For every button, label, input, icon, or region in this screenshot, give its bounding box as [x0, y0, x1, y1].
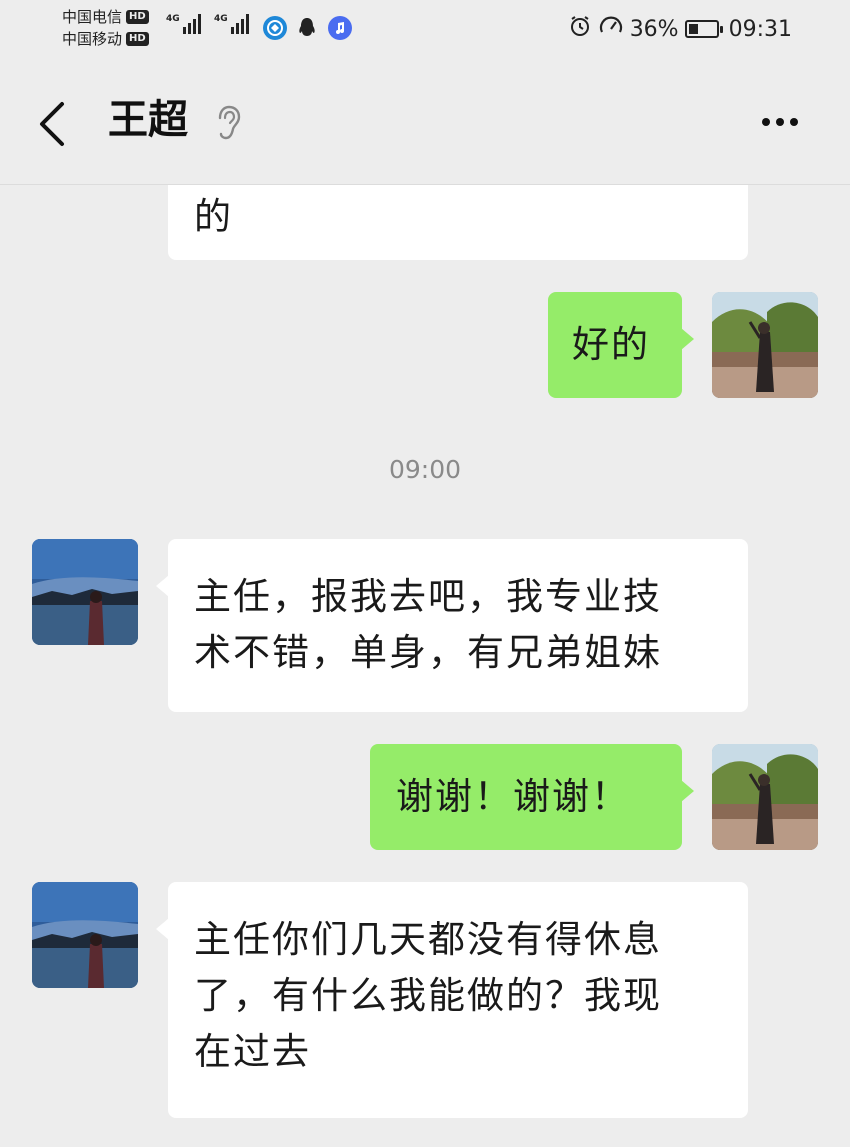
music-app-icon — [328, 16, 352, 40]
chat-header: 王超 — [0, 60, 850, 185]
alarm-icon — [568, 14, 592, 44]
message-text: 谢谢！谢谢！ — [396, 775, 630, 818]
message-timestamp: 09:00 — [388, 455, 462, 484]
qq-icon — [295, 16, 319, 40]
message-list[interactable]: 的 好的 09:00 主任，报我去吧，我专业技 术不错，单身，有兄弟姐妹 谢谢！… — [0, 185, 850, 1147]
message-text: 好的 — [572, 323, 650, 366]
earpiece-mode-icon[interactable] — [212, 104, 244, 142]
speedometer-icon — [598, 14, 624, 44]
message-text-line: 主任，报我去吧，我专业技 — [194, 575, 662, 618]
my-avatar[interactable] — [712, 292, 818, 398]
battery-icon — [684, 20, 723, 38]
carrier-2-label: 中国移动 — [62, 30, 123, 48]
contact-avatar[interactable] — [32, 882, 138, 988]
incoming-message-bubble[interactable]: 主任，报我去吧，我专业技 术不错，单身，有兄弟姐妹 — [156, 539, 748, 712]
hd-badge: HD — [126, 10, 149, 24]
back-button[interactable] — [28, 92, 78, 152]
signal-strength-icon: 4G — [214, 14, 249, 34]
status-right-group: 36% 09:31 — [568, 14, 792, 44]
more-options-button[interactable] — [750, 102, 810, 142]
chevron-left-icon — [40, 102, 64, 146]
clock-time: 09:31 — [728, 16, 792, 42]
incoming-message-bubble[interactable]: 主任你们几天都没有得休息 了，有什么我能做的？我现 在过去 — [156, 882, 748, 1118]
message-text: 的 — [194, 195, 233, 238]
signal-strength-icon: 4G — [166, 14, 201, 34]
carrier-1-label: 中国电信 — [62, 8, 123, 26]
chat-screen: 中国电信 HD 中国移动 HD 4G 4G 36% 09:31 王超 的 好的 … — [0, 0, 850, 1147]
outgoing-message-bubble[interactable]: 好的 — [548, 292, 694, 398]
status-bar: 中国电信 HD 中国移动 HD 4G 4G 36% 09:31 — [0, 0, 850, 60]
message-text-line: 在过去 — [194, 1030, 311, 1073]
more-dots-icon — [762, 118, 798, 126]
carrier-info: 中国电信 HD 中国移动 HD — [62, 6, 149, 50]
battery-level-fill — [688, 24, 698, 34]
browser-app-icon — [263, 16, 287, 40]
outgoing-message-bubble[interactable]: 谢谢！谢谢！ — [370, 744, 694, 850]
message-text-line: 了，有什么我能做的？我现 — [194, 974, 662, 1017]
battery-percent: 36% — [629, 16, 679, 42]
incoming-message-bubble[interactable]: 的 — [168, 185, 748, 260]
message-text-line: 术不错，单身，有兄弟姐妹 — [194, 631, 662, 674]
my-avatar[interactable] — [712, 744, 818, 850]
hd-badge: HD — [126, 32, 149, 46]
message-text-line: 主任你们几天都没有得休息 — [194, 918, 662, 961]
chat-title[interactable]: 王超 — [108, 90, 188, 150]
contact-avatar[interactable] — [32, 539, 138, 645]
